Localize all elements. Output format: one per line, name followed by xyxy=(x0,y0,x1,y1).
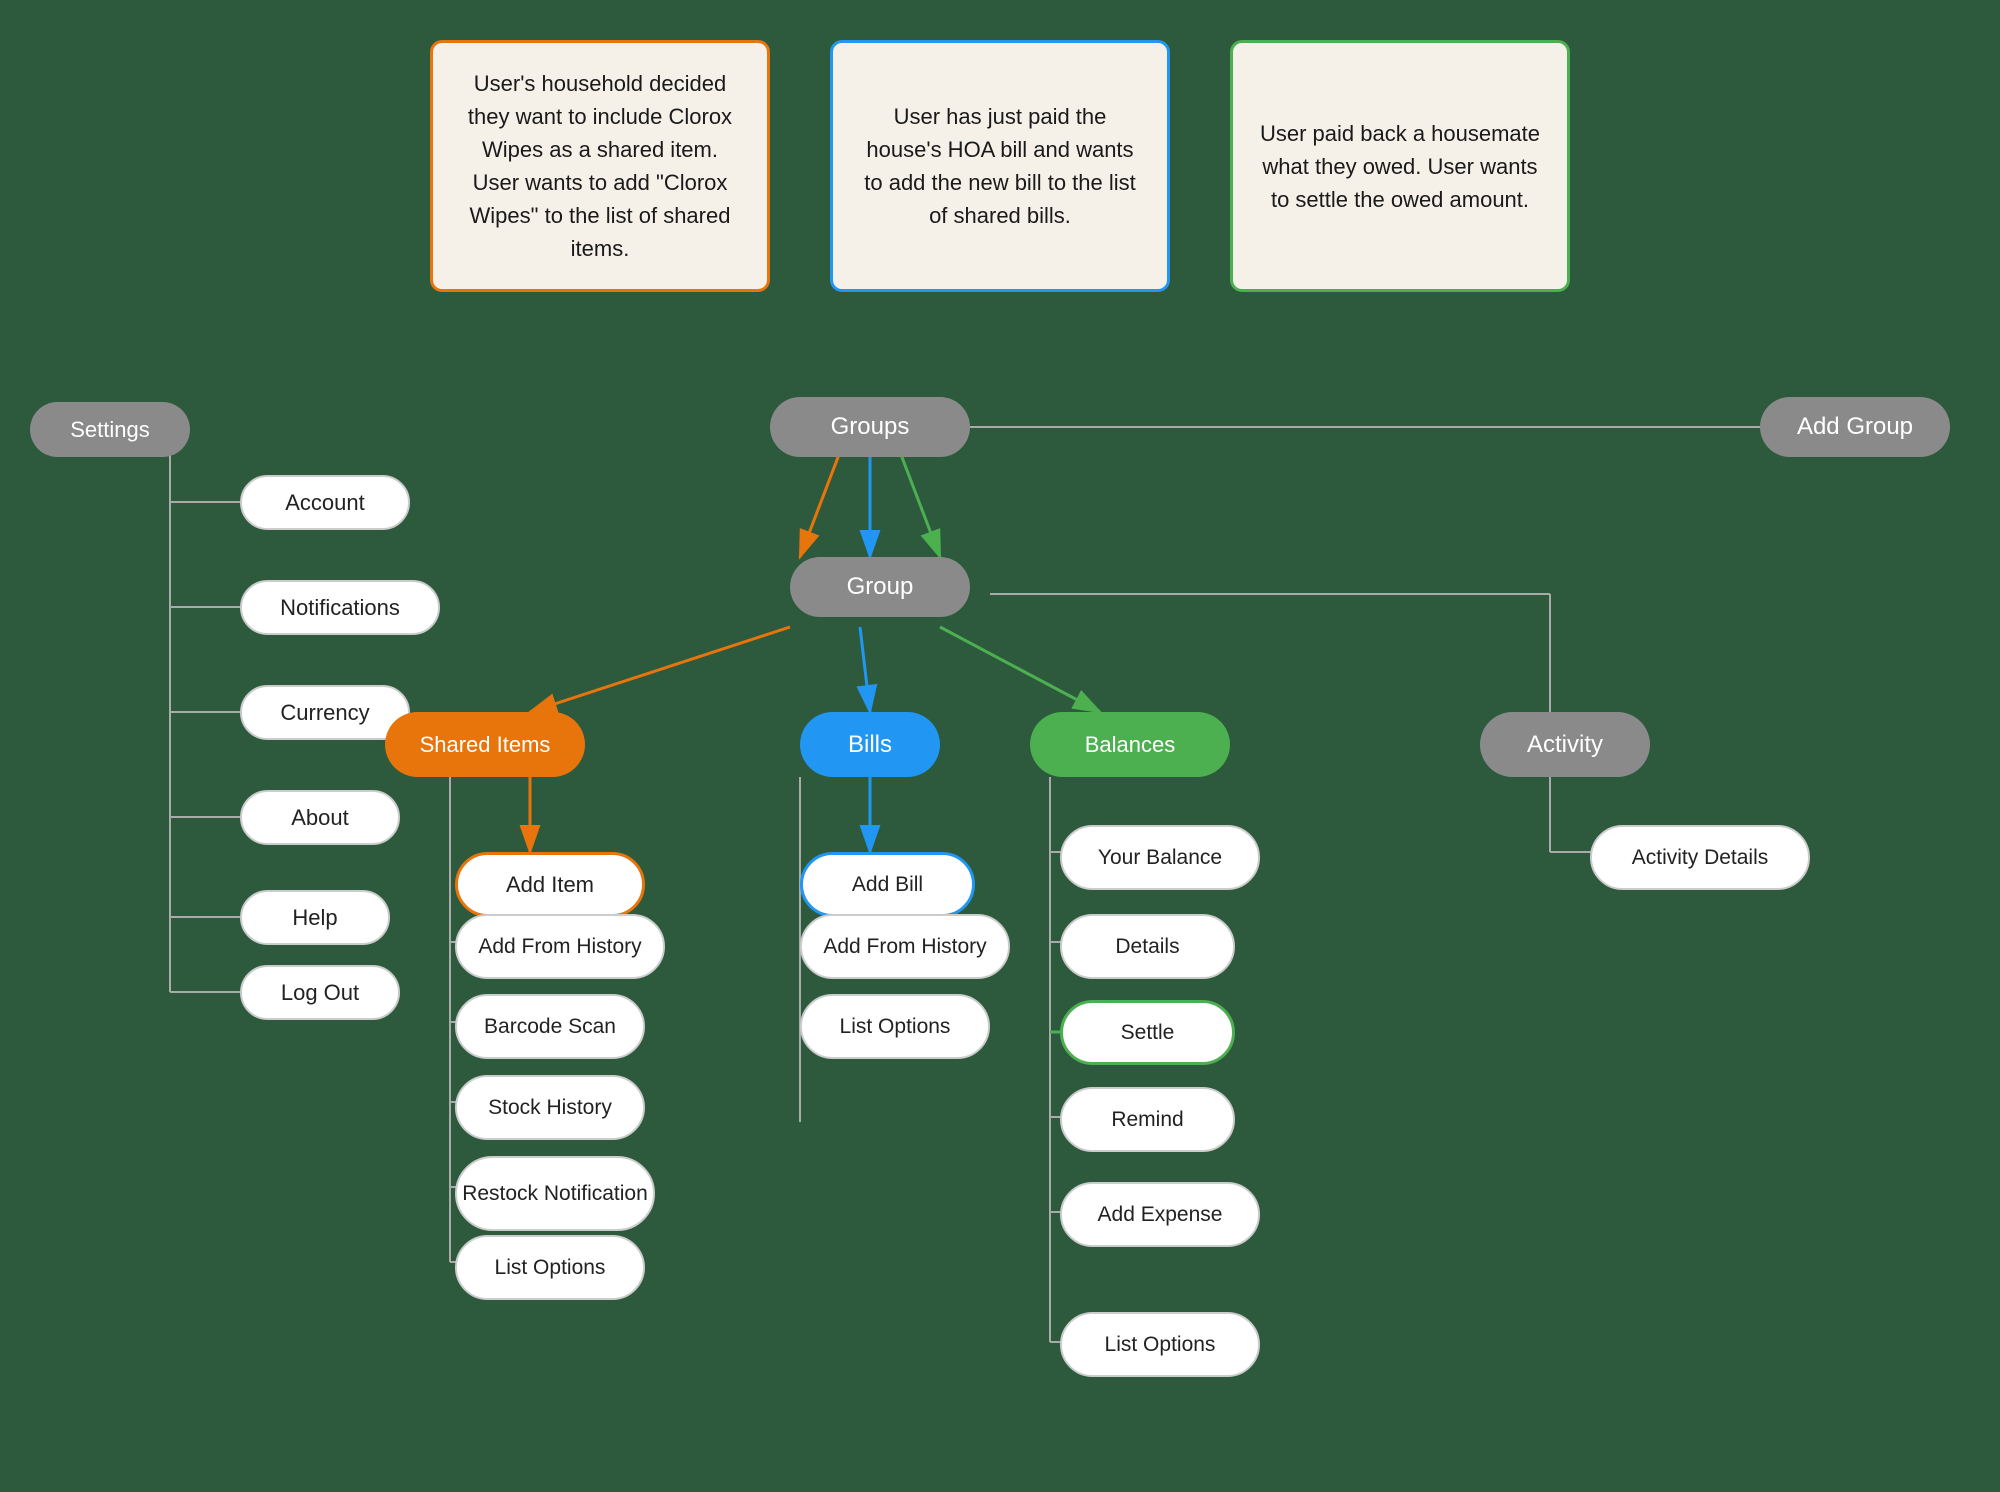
shared-items-node[interactable]: Shared Items xyxy=(385,712,585,777)
add-from-history-bills-node[interactable]: Add From History xyxy=(800,914,1010,979)
your-balance-node[interactable]: Your Balance xyxy=(1060,825,1260,890)
currency-node[interactable]: Currency xyxy=(240,685,410,740)
diagram: Settings Account Notifications Currency … xyxy=(0,342,2000,1492)
list-options-bills-node[interactable]: List Options xyxy=(800,994,990,1059)
stock-history-node[interactable]: Stock History xyxy=(455,1075,645,1140)
group-node[interactable]: Group xyxy=(790,557,970,617)
restock-notification-node[interactable]: Restock Notification xyxy=(455,1156,655,1231)
scenario-box-orange: User's household decided they want to in… xyxy=(430,40,770,292)
account-node[interactable]: Account xyxy=(240,475,410,530)
activity-node[interactable]: Activity xyxy=(1480,712,1650,777)
groups-node[interactable]: Groups xyxy=(770,397,970,457)
scenario-text-blue: User has just paid the house's HOA bill … xyxy=(857,100,1143,232)
scenario-text-orange: User's household decided they want to in… xyxy=(457,67,743,265)
details-node[interactable]: Details xyxy=(1060,914,1235,979)
bills-node[interactable]: Bills xyxy=(800,712,940,777)
barcode-scan-node[interactable]: Barcode Scan xyxy=(455,994,645,1059)
add-group-node[interactable]: Add Group xyxy=(1760,397,1950,457)
balances-node[interactable]: Balances xyxy=(1030,712,1230,777)
about-node[interactable]: About xyxy=(240,790,400,845)
scenario-box-green: User paid back a housemate what they owe… xyxy=(1230,40,1570,292)
add-bill-node[interactable]: Add Bill xyxy=(800,852,975,917)
scenario-box-blue: User has just paid the house's HOA bill … xyxy=(830,40,1170,292)
activity-details-node[interactable]: Activity Details xyxy=(1590,825,1810,890)
notifications-node[interactable]: Notifications xyxy=(240,580,440,635)
add-from-history-items-node[interactable]: Add From History xyxy=(455,914,665,979)
scenario-boxes: User's household decided they want to in… xyxy=(0,0,2000,312)
list-options-items-node[interactable]: List Options xyxy=(455,1235,645,1300)
add-item-node[interactable]: Add Item xyxy=(455,852,645,917)
scenario-text-green: User paid back a housemate what they owe… xyxy=(1257,117,1543,216)
help-node[interactable]: Help xyxy=(240,890,390,945)
remind-node[interactable]: Remind xyxy=(1060,1087,1235,1152)
log-out-node[interactable]: Log Out xyxy=(240,965,400,1020)
settings-node[interactable]: Settings xyxy=(30,402,190,457)
add-expense-node[interactable]: Add Expense xyxy=(1060,1182,1260,1247)
settle-node[interactable]: Settle xyxy=(1060,1000,1235,1065)
list-options-balances-node[interactable]: List Options xyxy=(1060,1312,1260,1377)
